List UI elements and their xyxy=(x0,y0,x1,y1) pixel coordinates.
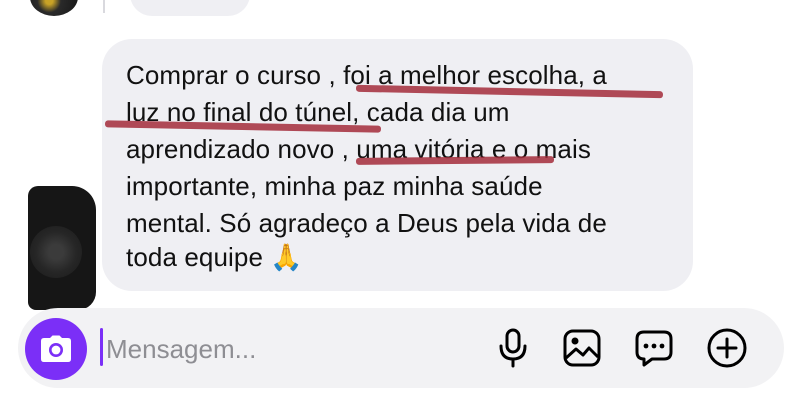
chat-bubble-icon xyxy=(635,330,673,367)
previous-message-bubble xyxy=(130,0,250,16)
message-line-5: mental. Só agradeço a Deus pela vida de xyxy=(126,208,607,238)
gallery-button[interactable] xyxy=(560,326,604,370)
microphone-button[interactable] xyxy=(491,326,535,370)
microphone-icon xyxy=(499,328,527,368)
sender-avatar xyxy=(28,186,96,310)
previous-message-divider xyxy=(103,0,105,13)
text-caret xyxy=(100,328,103,366)
sticker-button[interactable] xyxy=(632,326,676,370)
camera-button[interactable] xyxy=(25,318,87,380)
message-input[interactable] xyxy=(106,330,476,368)
previous-sender-avatar xyxy=(30,0,78,16)
gallery-icon xyxy=(563,329,601,367)
message-line-4: importante, minha paz minha saúde xyxy=(126,171,543,201)
camera-icon xyxy=(41,335,71,362)
plus-circle-icon xyxy=(707,328,747,368)
add-button[interactable] xyxy=(705,326,749,370)
message-line-6: toda equipe 🙏 xyxy=(126,242,303,272)
